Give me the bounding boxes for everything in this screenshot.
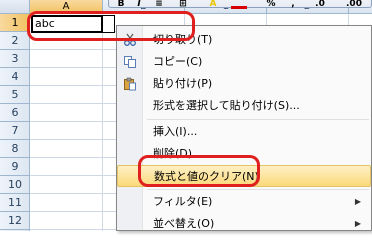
context-menu: 切り取り(T) コピー(C) 貼り付け(P) 形式を選択して貼り付け(S)...…	[116, 25, 372, 231]
menu-item-label: 形式を選択して貼り付け(S)...	[153, 99, 300, 112]
row-header-3[interactable]: 3	[0, 50, 30, 68]
comma-button[interactable]: ,	[285, 0, 301, 9]
cell-highlight-annotation	[27, 11, 195, 41]
menu-item-label: 貼り付け(P)	[153, 77, 213, 90]
bold-button[interactable]: B	[113, 0, 129, 9]
menu-highlight-annotation	[138, 155, 260, 187]
select-all-corner[interactable]	[0, 0, 30, 14]
menu-item-paste[interactable]: 貼り付け(P)	[117, 73, 371, 95]
row-header-2[interactable]: 2	[0, 32, 30, 50]
font-color-button[interactable]	[231, 0, 247, 9]
menu-item-sort[interactable]: 並べ替え(O) ▶	[117, 213, 371, 235]
copy-icon	[123, 55, 137, 69]
menu-item-insert[interactable]: 挿入(I)...	[117, 121, 371, 143]
row-header-11[interactable]: 11	[0, 194, 30, 212]
mini-toolbar: B I ≡ ⊞ A % , .0 .00	[108, 0, 372, 9]
menu-item-filter[interactable]: フィルタ(E) ▶	[117, 191, 371, 213]
submenu-arrow-icon: ▶	[354, 197, 361, 206]
increase-decimal-button[interactable]: .0	[309, 0, 331, 9]
menu-item-label: コピー(C)	[153, 55, 203, 68]
row-header-12[interactable]: 12	[0, 212, 30, 230]
menu-separator	[147, 119, 369, 120]
decrease-decimal-button[interactable]: .00	[341, 0, 367, 9]
row-header-9[interactable]: 9	[0, 158, 30, 176]
submenu-arrow-icon: ▶	[354, 219, 361, 228]
row-header-5[interactable]: 5	[0, 86, 30, 104]
row-header-7[interactable]: 7	[0, 122, 30, 140]
menu-item-label: フィルタ(E)	[153, 195, 213, 208]
row-header-8[interactable]: 8	[0, 140, 30, 158]
menu-separator	[147, 189, 369, 190]
row-header-1[interactable]: 1	[0, 14, 30, 32]
align-center-button[interactable]: ≡	[151, 0, 167, 9]
borders-button[interactable]: ⊞	[175, 0, 191, 9]
fill-color-button[interactable]: A	[205, 0, 221, 9]
percent-button[interactable]: %	[263, 0, 279, 9]
row-header-4[interactable]: 4	[0, 68, 30, 86]
row-header-10[interactable]: 10	[0, 176, 30, 194]
menu-item-label: 挿入(I)...	[153, 125, 198, 138]
menu-item-copy[interactable]: コピー(C)	[117, 51, 371, 73]
row-header-6[interactable]: 6	[0, 104, 30, 122]
menu-item-label: 並べ替え(O)	[153, 217, 215, 230]
menu-item-paste-special[interactable]: 形式を選択して貼り付け(S)...	[117, 95, 371, 117]
row-header-bar: 1 2 3 4 5 6 7 8 9 10 11 12	[0, 14, 30, 231]
italic-button[interactable]: I	[131, 0, 147, 9]
paste-icon	[123, 77, 137, 91]
